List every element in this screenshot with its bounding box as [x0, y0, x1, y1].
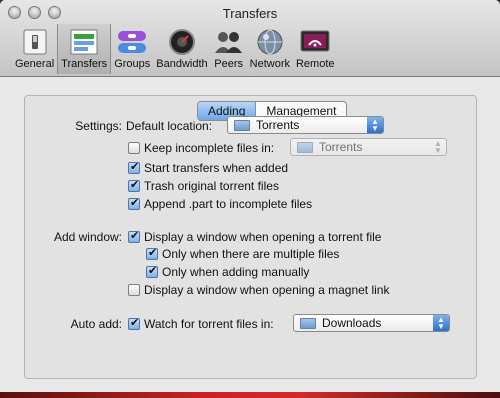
- adding-manually-label: Only when adding manually: [162, 265, 310, 279]
- trash-original-checkbox[interactable]: [128, 178, 140, 192]
- start-transfers-row: Start transfers when added: [128, 160, 289, 175]
- window-title: Transfers: [222, 6, 278, 21]
- keep-incomplete-row: Keep incomplete files in:: [128, 141, 274, 155]
- keep-incomplete-popup[interactable]: Torrents ▲ ▼: [290, 138, 447, 156]
- people-icon: [214, 28, 244, 56]
- adding-manually-row: Only when adding manually: [146, 264, 310, 279]
- append-part-row: Append .part to incomplete files: [128, 196, 313, 211]
- content-area: Adding Management Settings: Default loca…: [0, 77, 500, 392]
- trash-original-label: Trash original torrent files: [144, 179, 279, 193]
- toolbar-item-general[interactable]: General: [12, 28, 57, 74]
- multiple-files-checkbox[interactable]: [146, 246, 158, 260]
- toolbar-item-peers[interactable]: Peers: [211, 28, 247, 74]
- display-magnet-checkbox[interactable]: [128, 284, 140, 296]
- display-torrent-row: Display a window when opening a torrent …: [128, 229, 382, 244]
- append-part-label: Append .part to incomplete files: [144, 197, 313, 211]
- keep-incomplete-checkbox[interactable]: [128, 142, 140, 154]
- keep-incomplete-label: Keep incomplete files in:: [144, 141, 275, 155]
- popup-arrows-icon: ▲ ▼: [367, 117, 383, 133]
- display-torrent-label: Display a window when opening a torrent …: [144, 230, 382, 244]
- folder-icon: [300, 317, 316, 329]
- preferences-window: Transfers General Transfers Groups Bandw…: [0, 0, 500, 392]
- default-location-popup[interactable]: Torrents ▲ ▼: [227, 116, 384, 134]
- globe-icon: [255, 28, 285, 56]
- toolbar: Transfers General Transfers Groups Bandw…: [0, 0, 500, 77]
- folder-icon: [234, 119, 250, 131]
- toolbar-item-groups[interactable]: Groups: [111, 28, 153, 74]
- toolbar-item-bandwidth[interactable]: Bandwidth: [153, 28, 210, 74]
- remote-icon: [300, 28, 330, 56]
- append-part-checkbox[interactable]: [128, 196, 140, 210]
- display-magnet-label: Display a window when opening a magnet l…: [144, 283, 390, 297]
- settings-section-label: Settings:: [75, 119, 122, 133]
- display-torrent-checkbox[interactable]: [128, 229, 140, 243]
- start-transfers-label: Start transfers when added: [144, 161, 289, 175]
- watch-folder-popup[interactable]: Downloads ▲ ▼: [293, 314, 450, 332]
- add-window-section-label: Add window:: [53, 230, 122, 244]
- popup-arrows-icon: ▲ ▼: [434, 139, 442, 155]
- display-magnet-row: Display a window when opening a magnet l…: [128, 283, 389, 297]
- watch-folder-checkbox[interactable]: [128, 316, 140, 330]
- watch-folder-label: Watch for torrent files in:: [144, 317, 274, 331]
- trash-original-row: Trash original torrent files: [128, 178, 279, 193]
- multiple-files-row: Only when there are multiple files: [146, 246, 340, 261]
- start-transfers-checkbox[interactable]: [128, 160, 140, 174]
- watch-folder-row: Watch for torrent files in:: [128, 316, 274, 331]
- auto-add-section-label: Auto add:: [70, 317, 122, 331]
- switch-icon: [20, 28, 50, 56]
- adding-manually-checkbox[interactable]: [146, 264, 158, 278]
- toolbar-items: General Transfers Groups Bandwidth Peers…: [12, 24, 338, 74]
- toolbar-item-remote[interactable]: Remote: [293, 28, 338, 74]
- popup-arrows-icon: ▲ ▼: [433, 315, 449, 331]
- default-location-label: Default location:: [126, 119, 213, 133]
- desktop-background-strip: [0, 392, 500, 398]
- speedometer-icon: [167, 28, 197, 56]
- transfers-icon: [69, 28, 99, 56]
- toolbar-item-transfers[interactable]: Transfers: [57, 24, 112, 74]
- multiple-files-label: Only when there are multiple files: [162, 247, 340, 261]
- folder-icon: [297, 141, 313, 153]
- groups-icon: [117, 28, 147, 56]
- toolbar-item-network[interactable]: Network: [247, 28, 293, 74]
